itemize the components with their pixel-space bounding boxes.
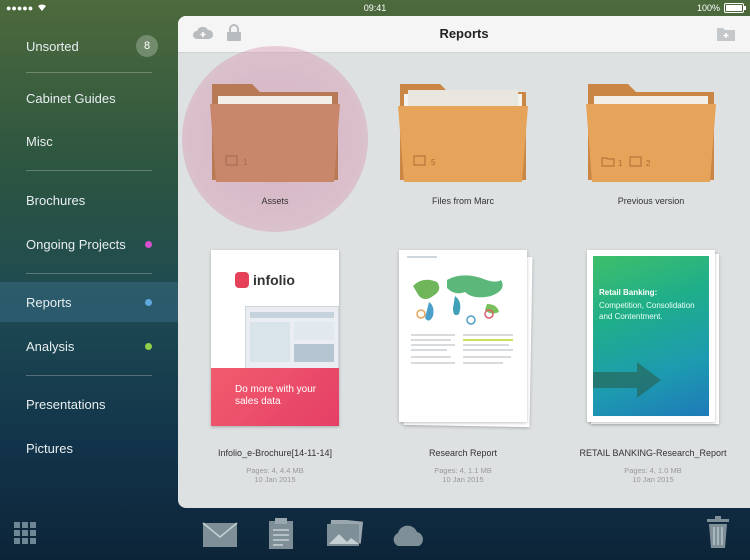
mail-icon[interactable] (202, 522, 238, 553)
document-cover: Retail Banking: Competition, Consolidati… (593, 256, 709, 416)
folder-count: 5 (431, 158, 436, 167)
document-research-report[interactable] (399, 250, 527, 422)
folder-name: Previous version (617, 196, 685, 206)
reports-panel: Reports 1 Assets 5 Files from Marc 1 2 P… (178, 16, 750, 508)
document-pages: Pages: 4, 4.4 MB (246, 466, 304, 475)
bottom-toolbar (0, 508, 750, 560)
document-date: 10 Jan 2015 (254, 475, 296, 484)
folder-previous-version[interactable]: 1 2 (584, 74, 718, 189)
sidebar-item-label: Reports (26, 294, 72, 310)
panel-title: Reports (439, 26, 489, 41)
folder-files-from-marc[interactable]: 5 (396, 74, 530, 189)
document-info-infolio: Infolio_e-Brochure[14-11-14] Pages: 4, 4… (185, 448, 365, 484)
sidebar-item-cabinet-guides[interactable]: Cabinet Guides (0, 78, 178, 118)
folder-count: 1 (243, 158, 248, 167)
sidebar-item-label: Cabinet Guides (26, 90, 116, 106)
count-badge: 8 (136, 35, 158, 57)
status-time: 09:41 (363, 3, 387, 13)
folder-label-files-from-marc: Files from Marc (373, 196, 553, 206)
document-date: 10 Jan 2015 (442, 475, 484, 484)
battery-area: 100% (696, 3, 746, 13)
sidebar-item-misc[interactable]: Misc (0, 121, 178, 161)
folder-label-assets: Assets (185, 196, 365, 206)
document-infolio-brochure[interactable]: infolio Do more with your sales data (211, 250, 339, 426)
brand-logo-icon (235, 272, 249, 288)
folder-icon: 5 (398, 84, 528, 182)
status-bar: ●●●●● 09:41 100% (0, 0, 750, 16)
sidebar: Unsorted 8 Cabinet Guides Misc Brochures… (0, 16, 178, 506)
document-info-research: Research Report Pages: 4, 1.1 MB 10 Jan … (373, 448, 553, 484)
document-retail-banking[interactable]: Retail Banking: Competition, Consolidati… (587, 250, 715, 422)
grid-icon[interactable] (14, 522, 36, 549)
document-info-retail-banking: RETAIL BANKING-Research_Report Pages: 4,… (563, 448, 743, 484)
document-name: Infolio_e-Brochure[14-11-14] (218, 448, 332, 458)
sidebar-item-label: Pictures (26, 440, 73, 456)
document-name: Research Report (428, 448, 498, 458)
cover-subtitle: Competition, Consolidation and Contentme… (599, 301, 695, 321)
new-folder-icon[interactable] (716, 24, 736, 47)
cover-tagline: Do more with your sales data (235, 384, 317, 407)
document-date: 10 Jan 2015 (632, 475, 674, 484)
divider (26, 170, 152, 171)
color-tag-dot (145, 342, 152, 350)
sidebar-item-unsorted[interactable]: Unsorted 8 (0, 26, 178, 66)
document-name: RETAIL BANKING-Research_Report (579, 448, 727, 458)
folder-count: 2 (646, 159, 651, 168)
photos-icon[interactable] (326, 518, 364, 553)
divider (26, 273, 152, 274)
sidebar-item-label: Brochures (26, 192, 86, 208)
folder-assets[interactable]: 1 (208, 74, 342, 189)
trash-icon[interactable] (707, 516, 729, 553)
divider (26, 375, 152, 376)
screenshot-preview (245, 306, 339, 370)
sidebar-item-label: Analysis (26, 338, 75, 354)
world-map-illustration (407, 256, 513, 364)
sidebar-item-reports[interactable]: Reports (0, 282, 178, 322)
folder-name: Assets (261, 196, 289, 206)
sidebar-item-label: Unsorted (26, 38, 79, 54)
folder-label-previous-version: Previous version (561, 196, 741, 206)
document-cover: infolio Do more with your sales data (211, 250, 339, 426)
sidebar-item-presentations[interactable]: Presentations (0, 384, 178, 424)
folder-icon: 1 2 (586, 84, 716, 182)
cover-title: Retail Banking: (599, 288, 658, 297)
sidebar-item-label: Ongoing Projects (26, 236, 126, 252)
color-tag-dot (145, 298, 152, 306)
clipboard-icon[interactable] (268, 518, 294, 555)
sidebar-item-ongoing-projects[interactable]: Ongoing Projects (0, 224, 178, 264)
sidebar-item-label: Presentations (26, 396, 106, 412)
sidebar-item-analysis[interactable]: Analysis (0, 326, 178, 366)
folder-count: 1 (618, 159, 623, 168)
arrow-graphic-icon (593, 362, 661, 398)
sidebar-item-brochures[interactable]: Brochures (0, 180, 178, 220)
document-pages: Pages: 4, 1.0 MB (624, 466, 682, 475)
cover-banner: Do more with your sales data (211, 368, 339, 426)
battery-icon (724, 3, 746, 13)
color-tag-dot (145, 240, 152, 248)
sidebar-item-pictures[interactable]: Pictures (0, 428, 178, 468)
folder-icon: 1 (210, 84, 340, 182)
battery-percent: 100% (696, 3, 720, 13)
folder-name: Files from Marc (431, 196, 494, 206)
document-pages: Pages: 4, 1.1 MB (434, 466, 492, 475)
cloud-icon[interactable] (390, 524, 428, 553)
brand-name: infolio (253, 272, 295, 288)
sidebar-item-label: Misc (26, 133, 53, 149)
divider (26, 72, 152, 73)
